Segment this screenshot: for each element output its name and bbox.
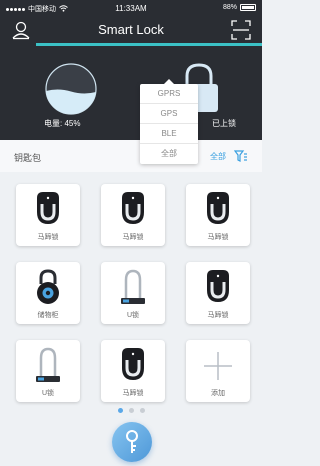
dropdown-option-all[interactable]: 全部 [140,144,198,164]
cabinet-lock-icon [37,269,59,304]
add-tile-label: 添加 [211,390,225,397]
lock-tile-label: 储物柜 [37,312,59,319]
u-lock-icon [36,347,60,382]
horseshoe-lock-icon [122,192,144,224]
lock-tile-label: 马蹄锁 [122,234,144,241]
battery-gauge [44,62,98,116]
page-indicator [0,408,262,413]
battery-icon [240,4,256,11]
lock-tile-4[interactable]: 储物柜 [16,262,80,324]
lock-tile-8[interactable]: 马蹄锁 [101,340,165,402]
lock-tile-label: U锁 [41,390,55,397]
page-dot-3[interactable] [139,408,145,413]
add-icon [204,352,232,380]
horseshoe-lock-icon [37,192,59,224]
unlock-key-button[interactable] [112,422,152,462]
lock-tile-1[interactable]: 马蹄锁 [16,184,80,246]
u-lock-icon [121,269,145,304]
lock-tile-label: 马蹄锁 [122,390,144,397]
header-panel: 中国移动 11:33AM 88% Smart Lock 电量: 45% 已上锁 … [0,0,262,164]
dropdown-option-gps[interactable]: GPS [140,104,198,124]
scan-icon[interactable] [230,19,252,41]
horseshoe-lock-icon [207,192,229,224]
lock-tile-7[interactable]: U锁 [16,340,80,402]
keychain-title: 钥匙包 [14,153,42,163]
connection-filter-dropdown: GPRS GPS BLE 全部 [140,79,198,164]
lock-tile-label: 马蹄锁 [207,234,229,241]
header-accent-line [36,43,262,46]
lock-status-label: 已上锁 [212,119,236,128]
lock-tile-2[interactable]: 马蹄锁 [101,184,165,246]
filter-icon[interactable] [233,149,248,163]
lock-tile-label: 马蹄锁 [37,234,59,241]
battery-status: 88% [223,4,256,11]
keychain-header: 钥匙包 全部 [0,140,262,172]
filter-all-button[interactable]: 全部 [210,151,226,162]
status-bar: 中国移动 11:33AM 88% [0,0,262,17]
lock-tile-label: 马蹄锁 [207,312,229,319]
add-lock-tile[interactable]: 添加 [186,340,250,402]
lock-tile-label: U锁 [126,312,140,319]
battery-percent: 88% [222,4,237,11]
page-dot-1[interactable] [117,408,123,413]
nav-bar: Smart Lock [0,17,262,45]
page-title: Smart Lock [98,22,164,37]
horseshoe-lock-icon [122,348,144,380]
horseshoe-lock-icon [207,270,229,302]
page-dot-2[interactable] [128,408,134,413]
lock-tile-3[interactable]: 马蹄锁 [186,184,250,246]
dropdown-option-ble[interactable]: BLE [140,124,198,144]
lock-tile-6[interactable]: 马蹄锁 [186,262,250,324]
key-icon [126,430,138,453]
dropdown-option-gprs[interactable]: GPRS [140,84,198,104]
lock-tile-5[interactable]: U锁 [101,262,165,324]
battery-level-label: 电量: 45% [44,119,81,128]
